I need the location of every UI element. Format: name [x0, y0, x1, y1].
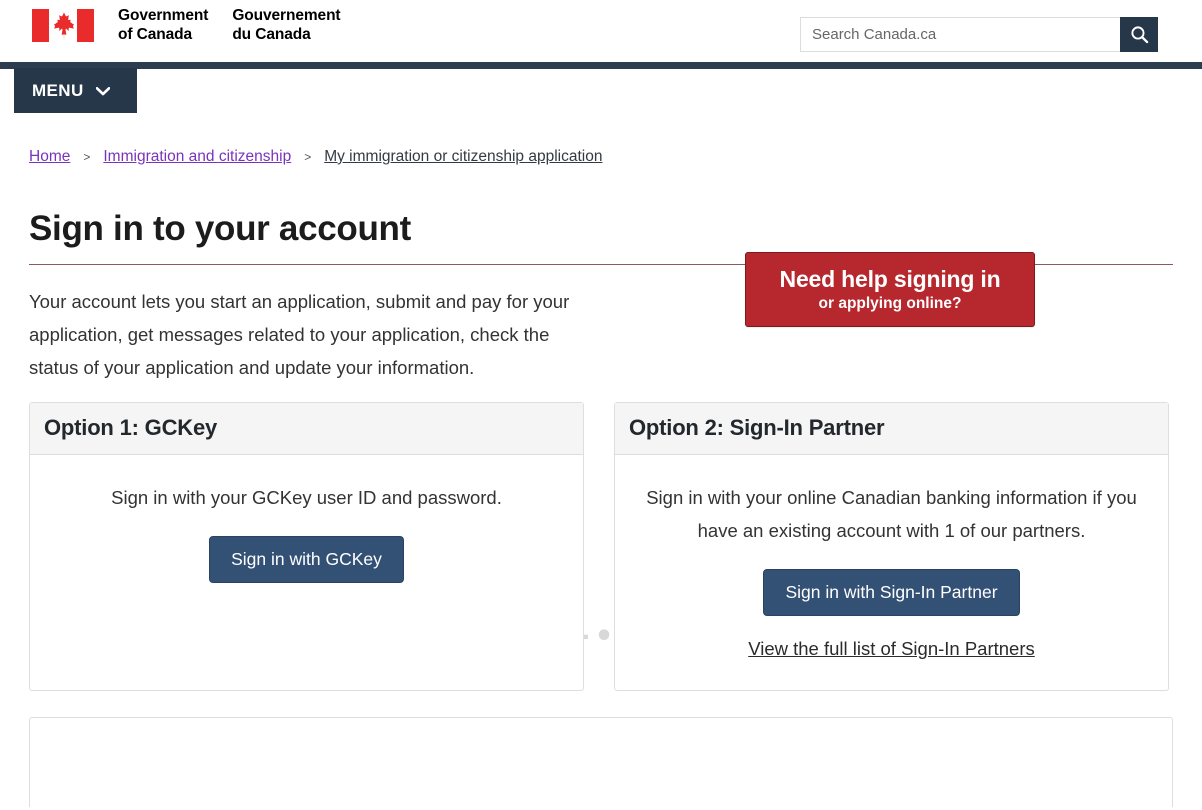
breadcrumb-item-home[interactable]: Home [29, 148, 70, 166]
wordmark-fr-line1: Gouvernement [232, 7, 341, 24]
sign-in-with-gckey-button[interactable]: Sign in with GCKey [209, 536, 404, 584]
breadcrumb-separator: > [83, 150, 91, 164]
wordmark-english: Government of Canada [118, 7, 208, 44]
option-panel-signin-partner: Option 2: Sign-In Partner Sign in with y… [614, 402, 1169, 692]
need-help-button[interactable]: Need help signing in or applying online? [745, 252, 1035, 327]
need-help-line1: Need help signing in [779, 266, 1001, 292]
option-panel-signin-partner-body: Sign in with your online Canadian bankin… [615, 455, 1168, 690]
flag-right-bar [77, 9, 94, 42]
site-header: Government of Canada Gouvernement du Can… [0, 0, 1202, 62]
search-icon [1130, 26, 1148, 44]
signin-options: Option 1: GCKey Sign in with your GCKey … [29, 402, 1173, 692]
site-search [800, 17, 1158, 52]
chevron-down-icon [95, 82, 110, 99]
menu-button[interactable]: MENU [14, 68, 137, 113]
option-panel-signin-partner-description: Sign in with your online Canadian bankin… [646, 487, 1137, 542]
option-panel-gckey-heading: Option 1: GCKey [30, 403, 583, 456]
option-panel-gckey-description: Sign in with your GCKey user ID and pass… [111, 487, 502, 509]
view-full-list-of-partners-link[interactable]: View the full list of Sign-In Partners [631, 638, 1152, 660]
wordmark-en-line1: Government [118, 7, 209, 24]
option-panel-gckey-body: Sign in with your GCKey user ID and pass… [30, 455, 583, 661]
page-root: Government of Canada Gouvernement du Can… [0, 0, 1202, 810]
option-panel-signin-partner-heading: Option 2: Sign-In Partner [615, 403, 1168, 456]
option-panel-third-partial [29, 717, 1173, 808]
need-help-line2: or applying online? [818, 295, 962, 312]
breadcrumb-item-immigration-and-citizenship[interactable]: Immigration and citizenship [103, 148, 291, 166]
nav-dark-band [0, 62, 1202, 69]
gc-brand: Government of Canada Gouvernement du Can… [29, 6, 341, 45]
main-nav: MENU [0, 68, 1202, 117]
flag-left-bar [32, 9, 49, 42]
wordmark-french: Gouvernement du Canada [232, 7, 340, 44]
breadcrumb: Home > Immigration and citizenship > My … [29, 148, 1202, 166]
option-panel-gckey: Option 1: GCKey Sign in with your GCKey … [29, 402, 584, 692]
menu-button-label: MENU [32, 80, 84, 100]
breadcrumb-separator: > [304, 150, 312, 164]
canada-flag-icon [29, 6, 97, 45]
search-button[interactable] [1120, 17, 1158, 52]
wordmark-en-line2: of Canada [118, 25, 193, 43]
maple-leaf-icon [53, 12, 75, 40]
gc-wordmark: Government of Canada Gouvernement du Can… [118, 7, 341, 44]
page-title: Sign in to your account [29, 209, 411, 248]
main-content: Sign in to your account Your account let… [29, 209, 1173, 692]
intro-paragraph: Your account lets you start an applicati… [29, 291, 570, 379]
sign-in-with-partner-button[interactable]: Sign in with Sign-In Partner [763, 569, 1020, 617]
wordmark-fr-line2: du Canada [232, 25, 311, 43]
search-input[interactable] [800, 17, 1120, 52]
breadcrumb-item-my-application[interactable]: My immigration or citizenship applicatio… [324, 148, 602, 166]
